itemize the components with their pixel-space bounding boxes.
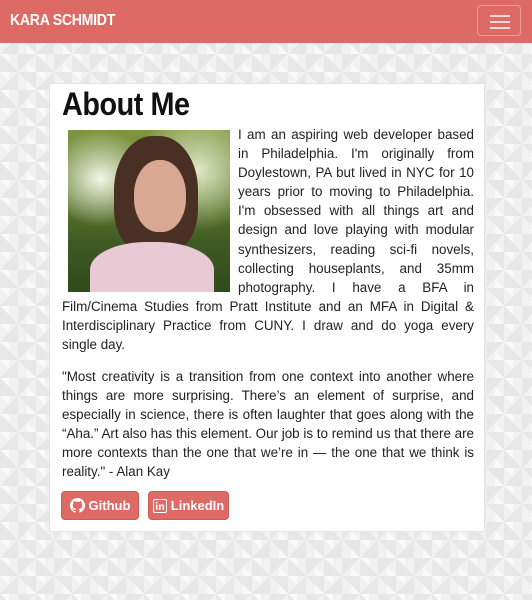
hamburger-icon-bar [490,27,510,29]
hamburger-icon-bar [490,21,510,23]
linkedin-label: LinkedIn [170,498,225,513]
github-icon [69,498,85,513]
about-card: About Me I am an aspiring web developer … [49,83,485,532]
github-label: Github [88,498,131,513]
quote-paragraph: "Most creativity is a transition from on… [62,369,474,480]
bio-paragraph: I am an aspiring web developer based in … [62,125,474,354]
menu-toggle-button[interactable] [477,5,521,36]
navbar: KARA SCHMIDT [0,0,532,43]
page-title: About Me [62,86,190,122]
hamburger-icon-bar [490,15,510,17]
brand-name[interactable]: KARA SCHMIDT [10,12,115,30]
github-button[interactable]: Github [61,491,139,520]
linkedin-icon [152,498,167,513]
profile-photo [68,130,230,292]
linkedin-button[interactable]: LinkedIn [148,491,229,520]
